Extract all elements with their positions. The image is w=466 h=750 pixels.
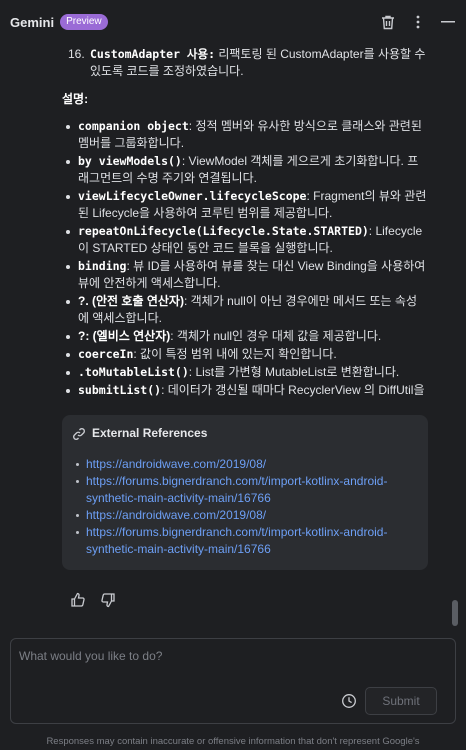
bullet-term: submitList() bbox=[78, 383, 162, 397]
list-item: https://androidwave.com/2019/08/ bbox=[72, 456, 418, 473]
reference-link[interactable]: https://forums.bignerdranch.com/t/import… bbox=[86, 474, 387, 505]
list-item: by viewModels(): ViewModel 객체를 게으르게 초기화합… bbox=[62, 153, 428, 187]
link-icon bbox=[73, 427, 85, 440]
bullet-term: repeatOnLifecycle(Lifecycle.State.STARTE… bbox=[78, 224, 369, 238]
list-item: ?: (엘비스 연산자): 객체가 null인 경우 대체 값을 제공합니다. bbox=[62, 328, 428, 345]
list-item: .toMutableList(): List를 가변형 MutableList로… bbox=[62, 364, 428, 381]
submit-button[interactable]: Submit bbox=[365, 687, 437, 715]
list-item: submitList(): 데이터가 갱신될 때마다 RecyclerView … bbox=[62, 382, 428, 399]
list-item: https://forums.bignerdranch.com/t/import… bbox=[72, 473, 418, 507]
bullet-term: ?. (안전 호출 연산자) bbox=[78, 294, 184, 308]
header-actions bbox=[380, 14, 456, 30]
trash-icon[interactable] bbox=[380, 14, 396, 30]
chat-scroll-area[interactable]: 16. CustomAdapter 사용: 리팩토링 된 CustomAdapt… bbox=[0, 44, 466, 630]
item-bold: CustomAdapter 사용: bbox=[90, 47, 216, 61]
bullet-term: viewLifecycleOwner.lifecycleScope bbox=[78, 189, 307, 203]
reference-link[interactable]: https://forums.bignerdranch.com/t/import… bbox=[86, 525, 387, 556]
scrollbar-thumb[interactable] bbox=[452, 600, 458, 626]
references-title: External References bbox=[92, 426, 208, 440]
external-references-card: External References https://androidwave.… bbox=[62, 415, 428, 570]
feedback-row bbox=[62, 592, 428, 608]
assistant-message: 16. CustomAdapter 사용: 리팩토링 된 CustomAdapt… bbox=[0, 46, 466, 608]
more-vertical-icon[interactable] bbox=[410, 14, 426, 30]
list-item: coerceIn: 값이 특정 범위 내에 있는지 확인합니다. bbox=[62, 346, 428, 363]
bullet-term: .toMutableList() bbox=[78, 365, 189, 379]
bullet-term: companion object bbox=[78, 119, 189, 133]
list-item: https://forums.bignerdranch.com/t/import… bbox=[72, 524, 418, 558]
explanation-heading: 설명: bbox=[62, 92, 89, 106]
minimize-icon[interactable] bbox=[440, 14, 456, 30]
bullet-text: : 객체가 null인 경우 대체 값을 제공합니다. bbox=[170, 329, 382, 343]
list-item: viewLifecycleOwner.lifecycleScope: Fragm… bbox=[62, 188, 428, 222]
history-clock-icon[interactable] bbox=[341, 693, 359, 711]
bullet-term: coerceIn bbox=[78, 347, 134, 361]
preview-badge: Preview bbox=[60, 14, 108, 30]
bullet-term: binding bbox=[78, 259, 127, 273]
reference-link[interactable]: https://androidwave.com/2019/08/ bbox=[86, 457, 266, 471]
numbered-list-item: 16. CustomAdapter 사용: 리팩토링 된 CustomAdapt… bbox=[68, 46, 428, 80]
list-item: repeatOnLifecycle(Lifecycle.State.STARTE… bbox=[62, 223, 428, 257]
app-title: Gemini bbox=[10, 14, 55, 30]
item-body: CustomAdapter 사용: 리팩토링 된 CustomAdapter를 … bbox=[90, 46, 428, 80]
bullet-term: by viewModels() bbox=[78, 154, 182, 168]
header-bar: Gemini Preview bbox=[0, 0, 466, 44]
list-item: ?. (안전 호출 연산자): 객체가 null이 아닌 경우에만 메서드 또는… bbox=[62, 293, 428, 327]
reference-link[interactable]: https://androidwave.com/2019/08/ bbox=[86, 508, 266, 522]
thumbs-up-icon[interactable] bbox=[70, 592, 86, 608]
list-item: companion object: 정적 멤버와 유사한 방식으로 클래스와 관… bbox=[62, 118, 428, 152]
bullet-term: ?: (엘비스 연산자) bbox=[78, 329, 171, 343]
list-item: binding: 뷰 ID를 사용하여 뷰를 찾는 대신 View Bindin… bbox=[62, 258, 428, 292]
bullet-text: : 값이 특정 범위 내에 있는지 확인합니다. bbox=[133, 347, 337, 361]
prompt-box: Submit bbox=[10, 638, 456, 724]
bullet-text: : 데이터가 갱신될 때마다 RecyclerView 의 DiffUtil을 bbox=[161, 383, 425, 397]
thumbs-down-icon[interactable] bbox=[100, 592, 116, 608]
bullet-text: : List를 가변형 MutableList로 변환합니다. bbox=[188, 365, 400, 379]
references-list: https://androidwave.com/2019/08/ https:/… bbox=[72, 456, 418, 558]
disclaimer-text: Responses may contain inaccurate or offe… bbox=[46, 736, 420, 747]
list-item: https://androidwave.com/2019/08/ bbox=[72, 507, 418, 524]
references-header: External References bbox=[72, 425, 418, 442]
item-number: 16. bbox=[68, 47, 85, 61]
bullet-text: : 뷰 ID를 사용하여 뷰를 찾는 대신 View Binding을 사용하여… bbox=[78, 259, 426, 290]
explanation-list: companion object: 정적 멤버와 유사한 방식으로 클래스와 관… bbox=[62, 118, 428, 399]
